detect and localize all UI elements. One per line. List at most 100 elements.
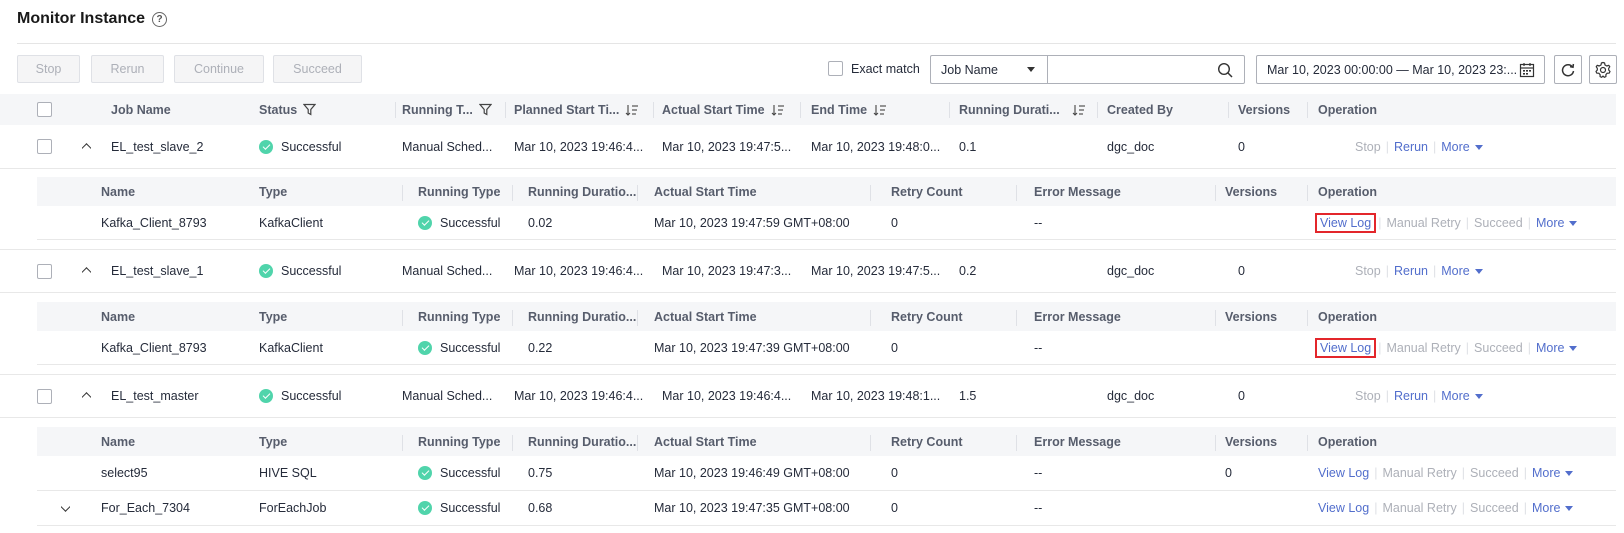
col-running-duration-label: Running Durati... xyxy=(959,102,1060,117)
node-error: -- xyxy=(1034,215,1043,230)
col-end-time[interactable]: End Time xyxy=(811,94,887,125)
versions: 0 xyxy=(1238,264,1245,278)
rerun-action[interactable]: Rerun xyxy=(1394,140,1428,154)
search-field-select[interactable]: Job Name xyxy=(930,55,1047,84)
rerun-action[interactable]: Rerun xyxy=(1394,264,1428,278)
sub-col-actual-start: Actual Start Time xyxy=(654,309,757,324)
refresh-icon xyxy=(1561,63,1575,76)
node-row[interactable]: select95 HIVE SQL Successful 0.75 Mar 10… xyxy=(37,456,1616,491)
manual-retry-action[interactable]: Manual Retry xyxy=(1382,466,1456,480)
planned-start: Mar 10, 2023 19:46:4... xyxy=(514,389,644,403)
select-all-checkbox[interactable] xyxy=(37,102,52,117)
table-row[interactable]: EL_test_slave_1 Successful Manual Sched.… xyxy=(0,249,1616,293)
table-row[interactable]: EL_test_slave_2 Successful Manual Sched.… xyxy=(0,125,1616,169)
view-log-action[interactable]: View Log xyxy=(1318,466,1369,480)
search-icon[interactable] xyxy=(1217,62,1234,79)
settings-button[interactable] xyxy=(1589,55,1617,84)
col-operation: Operation xyxy=(1318,102,1378,117)
status-badge: Successful xyxy=(259,125,341,168)
col-versions: Versions xyxy=(1238,102,1291,117)
caret-down-icon xyxy=(1565,471,1574,477)
stop-action[interactable]: Stop xyxy=(1355,140,1381,154)
caret-down-icon xyxy=(1565,506,1574,512)
search-field-value: Job Name xyxy=(941,62,998,77)
succeed-action[interactable]: Succeed xyxy=(1470,501,1519,515)
node-name: Kafka_Client_8793 xyxy=(101,215,207,230)
col-actual-start[interactable]: Actual Start Time xyxy=(662,94,785,125)
row-checkbox[interactable] xyxy=(37,388,52,404)
exact-match-box[interactable] xyxy=(828,61,843,76)
calendar-icon[interactable] xyxy=(1519,62,1535,78)
more-action[interactable]: More xyxy=(1532,501,1574,515)
more-action[interactable]: More xyxy=(1532,466,1574,480)
succeed-action[interactable]: Succeed xyxy=(1470,466,1519,480)
more-action[interactable]: More xyxy=(1536,216,1578,230)
more-action[interactable]: More xyxy=(1536,341,1578,355)
created-by: dgc_doc xyxy=(1107,389,1155,403)
gear-icon xyxy=(1595,61,1611,78)
sub-col-running-duration: Running Duratio... xyxy=(528,184,637,199)
node-operations: View Log | Manual Retry | Succeed | More xyxy=(1318,491,1574,525)
running-type: Manual Sched... xyxy=(402,264,493,278)
row-checkbox[interactable] xyxy=(37,139,52,154)
succeed-button[interactable]: Succeed xyxy=(273,55,362,83)
node-row[interactable]: Kafka_Client_8793 KafkaClient Successful… xyxy=(37,206,1616,240)
rerun-button[interactable]: Rerun xyxy=(91,55,164,83)
search-input[interactable] xyxy=(1047,55,1245,84)
row-operations: Stop | Rerun | More xyxy=(1355,250,1483,292)
filter-icon[interactable] xyxy=(303,103,317,116)
sort-icon[interactable] xyxy=(771,104,785,116)
view-log-action[interactable]: View Log xyxy=(1314,212,1377,233)
page-title: Monitor Instance ? xyxy=(17,10,168,28)
rerun-action[interactable]: Rerun xyxy=(1394,389,1428,403)
chevron-up-icon[interactable] xyxy=(82,392,91,405)
sort-icon[interactable] xyxy=(625,104,639,116)
manual-retry-action[interactable]: Manual Retry xyxy=(1382,501,1456,515)
success-icon xyxy=(259,139,273,154)
succeed-action[interactable]: Succeed xyxy=(1474,341,1523,355)
help-icon[interactable]: ? xyxy=(152,11,168,27)
date-range-picker[interactable]: Mar 10, 2023 00:00:00 — Mar 10, 2023 23:… xyxy=(1256,55,1545,84)
succeed-action[interactable]: Succeed xyxy=(1474,216,1523,230)
col-running-type[interactable]: Running T... xyxy=(402,94,492,125)
created-by: dgc_doc xyxy=(1107,264,1155,278)
node-operations: View Log | Manual Retry | Succeed | More xyxy=(1318,456,1574,490)
stop-action[interactable]: Stop xyxy=(1355,389,1381,403)
success-icon xyxy=(418,466,432,480)
col-planned-start[interactable]: Planned Start Ti... xyxy=(514,94,639,125)
chevron-up-icon[interactable] xyxy=(82,142,91,156)
manual-retry-action[interactable]: Manual Retry xyxy=(1386,341,1460,355)
filter-icon[interactable] xyxy=(478,103,492,116)
exact-match-checkbox[interactable]: Exact match xyxy=(828,61,920,76)
chevron-up-icon[interactable] xyxy=(82,267,91,280)
col-status[interactable]: Status xyxy=(259,94,317,125)
stop-action[interactable]: Stop xyxy=(1355,264,1381,278)
success-icon xyxy=(418,501,432,515)
node-table-header: Name Type Running Type Running Duratio..… xyxy=(37,302,1616,331)
more-action[interactable]: More xyxy=(1441,389,1483,403)
sub-col-operation: Operation xyxy=(1318,184,1378,199)
stop-button[interactable]: Stop xyxy=(17,55,80,83)
sub-col-operation: Operation xyxy=(1318,309,1378,324)
sort-icon[interactable] xyxy=(1072,104,1086,116)
success-icon xyxy=(418,340,432,355)
sort-icon[interactable] xyxy=(873,104,887,116)
view-log-action[interactable]: View Log xyxy=(1314,337,1377,358)
more-action[interactable]: More xyxy=(1441,264,1483,278)
view-log-action[interactable]: View Log xyxy=(1318,501,1369,515)
more-action[interactable]: More xyxy=(1441,140,1483,154)
col-running-duration[interactable]: Running Durati... xyxy=(959,94,1086,125)
col-status-label: Status xyxy=(259,102,298,117)
end-time: Mar 10, 2023 19:47:5... xyxy=(811,264,941,278)
node-type: KafkaClient xyxy=(259,215,323,230)
chevron-down-icon[interactable] xyxy=(61,499,70,512)
row-checkbox[interactable] xyxy=(37,263,52,279)
node-row[interactable]: Kafka_Client_8793 KafkaClient Successful… xyxy=(37,331,1616,365)
table-row[interactable]: EL_test_master Successful Manual Sched..… xyxy=(0,374,1616,418)
sub-col-retry-count: Retry Count xyxy=(891,184,963,199)
refresh-button[interactable] xyxy=(1554,55,1582,84)
manual-retry-action[interactable]: Manual Retry xyxy=(1386,216,1460,230)
node-row[interactable]: For_Each_7304 ForEachJob Successful 0.68… xyxy=(37,491,1616,526)
planned-start: Mar 10, 2023 19:46:4... xyxy=(514,139,644,154)
continue-button[interactable]: Continue xyxy=(174,55,264,83)
